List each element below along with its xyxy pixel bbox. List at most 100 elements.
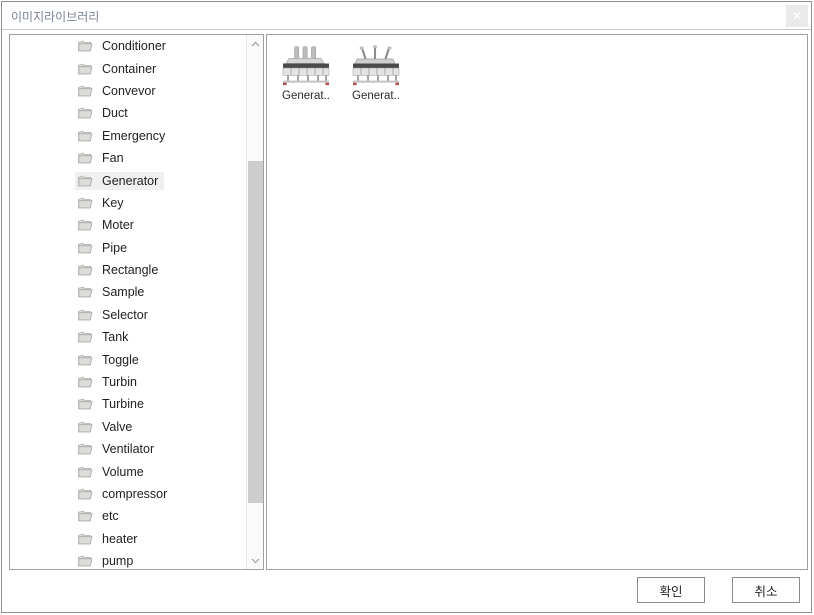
thumbnail-item[interactable]: Generat.. <box>341 38 411 110</box>
folder-icon-svg <box>78 354 93 366</box>
thumbnail-grid: Generat.. Generat.. <box>271 38 411 110</box>
tree-item-sample[interactable]: Sample <box>10 281 246 303</box>
folder-icon-svg <box>78 63 93 74</box>
folder-icon-svg <box>78 264 93 276</box>
scroll-up-icon[interactable] <box>247 35 263 52</box>
tree-item-hit[interactable]: Toggle <box>75 351 145 369</box>
folder-icon <box>77 151 102 165</box>
tree-item-emergency[interactable]: Emergency <box>10 125 246 147</box>
tree-item-valve[interactable]: Valve <box>10 416 246 438</box>
tree-item-convevor[interactable]: Convevor <box>10 80 246 102</box>
tree-item-tank[interactable]: Tank <box>10 326 246 348</box>
tree-item-turbin[interactable]: Turbin <box>10 371 246 393</box>
folder-icon-svg <box>78 511 93 522</box>
folder-icon <box>77 174 102 188</box>
category-list[interactable]: Conditioner Container Convevor Duct Emergenc… <box>10 35 246 569</box>
tree-item-turbine[interactable]: Turbine <box>10 393 246 415</box>
folder-icon <box>77 106 102 120</box>
tree-item-label: Container <box>102 61 157 76</box>
tree-item-compressor[interactable]: compressor <box>10 483 246 505</box>
thumbnail-item[interactable]: Generat.. <box>271 38 341 110</box>
tree-item-container[interactable]: Container <box>10 57 246 79</box>
folder-icon-svg <box>78 219 93 231</box>
tree-item-hit[interactable]: etc <box>75 507 125 525</box>
tree-item-hit[interactable]: Ventilator <box>75 440 160 458</box>
folder-icon <box>77 196 102 210</box>
folder-icon-svg <box>78 175 93 186</box>
tree-item-hit[interactable]: compressor <box>75 485 173 503</box>
tree-item-conditioner[interactable]: Conditioner <box>10 35 246 57</box>
folder-icon-svg <box>78 197 93 209</box>
tree-item-hit[interactable]: Turbine <box>75 395 150 413</box>
tree-item-label: Key <box>102 195 124 210</box>
cancel-button[interactable]: 취소 <box>732 577 800 603</box>
tree-item-hit[interactable]: Moter <box>75 216 140 234</box>
tree-item-key[interactable]: Key <box>10 192 246 214</box>
tree-item-hit[interactable]: Duct <box>75 104 134 122</box>
tree-item-label: Rectangle <box>102 263 159 278</box>
tree-item-hit[interactable]: Container <box>75 60 162 78</box>
tree-item-hit[interactable]: Tank <box>75 328 134 346</box>
folder-icon <box>77 420 102 434</box>
tree-item-label: Tank <box>102 330 129 345</box>
tree-item-hit[interactable]: Rectangle <box>75 261 164 279</box>
folder-icon-svg <box>78 242 93 254</box>
tree-item-hit[interactable]: Sample <box>75 283 150 301</box>
folder-icon-svg <box>78 85 93 97</box>
tree-item-hit[interactable]: heater <box>75 530 143 548</box>
folder-icon <box>77 487 102 501</box>
generator-straight-icon-svg <box>282 46 330 86</box>
tree-item-label: Selector <box>102 307 148 322</box>
folder-icon <box>77 241 102 255</box>
tree-item-ventilator[interactable]: Ventilator <box>10 438 246 460</box>
tree-item-volume[interactable]: Volume <box>10 460 246 482</box>
tree-item-hit[interactable]: Convevor <box>75 82 162 100</box>
tree-item-hit[interactable]: pump <box>75 552 139 569</box>
tree-item-rectangle[interactable]: Rectangle <box>10 259 246 281</box>
thumbnail-label: Generat.. <box>282 90 330 102</box>
tree-item-etc[interactable]: etc <box>10 505 246 527</box>
tree-item-pipe[interactable]: Pipe <box>10 237 246 259</box>
ok-button[interactable]: 확인 <box>637 577 705 603</box>
tree-item-pump[interactable]: pump <box>10 550 246 569</box>
close-icon[interactable]: ✕ <box>786 5 808 27</box>
tree-item-hit[interactable]: Valve <box>75 418 138 436</box>
tree-item-hit[interactable]: Conditioner <box>75 37 172 55</box>
folder-icon <box>77 397 102 411</box>
generator-straight-icon <box>278 38 334 88</box>
image-content-panel[interactable]: Generat.. Generat.. <box>266 34 808 570</box>
category-tree-panel[interactable]: Conditioner Container Convevor Duct Emergenc… <box>9 34 264 570</box>
tree-item-selector[interactable]: Selector <box>10 304 246 326</box>
tree-scrollbar[interactable] <box>246 35 263 569</box>
tree-item-toggle[interactable]: Toggle <box>10 348 246 370</box>
scroll-down-icon[interactable] <box>247 552 263 569</box>
tree-item-duct[interactable]: Duct <box>10 102 246 124</box>
folder-icon-svg <box>78 443 93 455</box>
tree-item-hit[interactable]: Fan <box>75 149 130 167</box>
tree-item-hit[interactable]: Generator <box>75 171 165 190</box>
tree-item-label: Toggle <box>102 352 139 367</box>
tree-item-fan[interactable]: Fan <box>10 147 246 169</box>
thumbnail-label: Generat.. <box>352 90 400 102</box>
scrollbar-thumb[interactable] <box>248 161 263 503</box>
dialog-footer: 확인 취소 <box>2 569 811 612</box>
tree-item-hit[interactable]: Selector <box>75 306 154 324</box>
tree-item-generator[interactable]: Generator <box>10 169 246 191</box>
folder-icon-svg <box>78 421 93 433</box>
tree-item-label: Turbin <box>102 375 137 390</box>
tree-item-hit[interactable]: Volume <box>75 463 150 481</box>
folder-icon <box>77 375 102 389</box>
tree-item-hit[interactable]: Pipe <box>75 239 133 257</box>
tree-item-label: Pipe <box>102 240 128 255</box>
folder-icon-svg <box>78 40 93 52</box>
generator-angled-icon-svg <box>352 45 400 86</box>
tree-item-moter[interactable]: Moter <box>10 214 246 236</box>
folder-icon-svg <box>78 555 93 567</box>
tree-item-hit[interactable]: Turbin <box>75 373 143 391</box>
tree-item-label: Moter <box>102 218 134 233</box>
tree-item-hit[interactable]: Key <box>75 194 130 212</box>
tree-item-heater[interactable]: heater <box>10 528 246 550</box>
folder-icon-svg <box>78 287 93 298</box>
tree-item-hit[interactable]: Emergency <box>75 127 171 145</box>
folder-icon-svg <box>78 399 93 410</box>
